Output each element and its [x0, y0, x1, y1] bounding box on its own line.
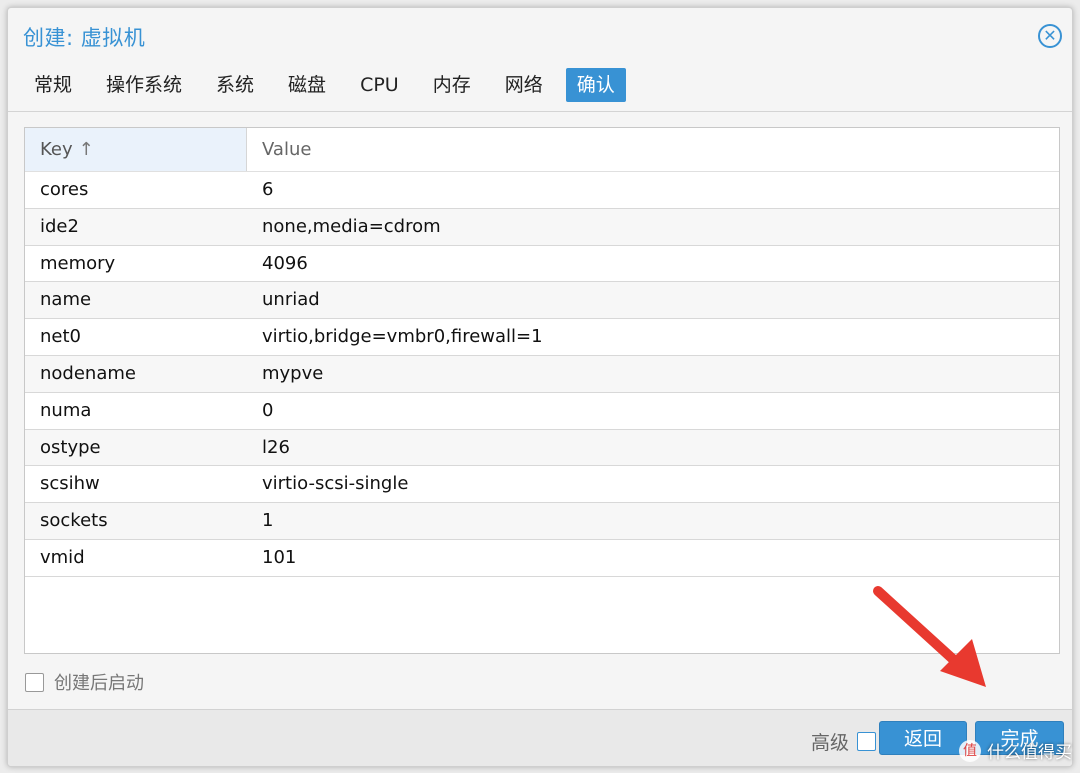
row-value: virtio,bridge=vmbr0,firewall=1 [262, 326, 543, 348]
tab-memory[interactable]: 内存 [422, 68, 482, 102]
advanced-label: 高级 [810, 732, 849, 754]
wizard-tabs: 常规 操作系统 系统 磁盘 CPU 内存 网络 确认 [23, 68, 638, 102]
start-after-create-checkbox[interactable] [25, 672, 44, 692]
row-key: vmid [40, 546, 85, 568]
row-key: scsihw [40, 473, 100, 495]
dialog-titlebar: 创建: 虚拟机 ✕ [8, 8, 1072, 64]
advanced-checkbox[interactable] [857, 732, 876, 751]
table-row[interactable]: cores 6 [25, 172, 1059, 209]
row-value: 1 [262, 510, 274, 532]
table-row[interactable]: name unriad [25, 282, 1059, 320]
tab-general[interactable]: 常规 [23, 68, 83, 102]
watermark: 值 什么值得买 [959, 738, 1072, 763]
row-value: mypve [262, 362, 324, 384]
table-row[interactable]: nodename mypve [25, 355, 1059, 393]
row-key: sockets [40, 510, 108, 532]
grid-header: Key ↑ Value [25, 128, 1059, 172]
table-row[interactable]: memory 4096 [25, 246, 1059, 283]
tab-network[interactable]: 网络 [494, 68, 554, 102]
dialog-footer: 高级 返回 完成 [8, 709, 1072, 766]
row-key: numa [40, 399, 92, 421]
tab-disk[interactable]: 磁盘 [277, 68, 337, 102]
table-row[interactable]: ostype l26 [25, 429, 1059, 467]
start-after-create-option[interactable]: 创建后启动 [25, 669, 144, 695]
row-value: l26 [262, 436, 290, 458]
table-row[interactable]: vmid 101 [25, 540, 1059, 577]
row-key: ostype [40, 436, 101, 458]
row-key: nodename [40, 362, 136, 384]
column-header-key[interactable]: Key ↑ [25, 128, 247, 171]
row-key: name [40, 289, 92, 311]
tabs-divider [8, 111, 1072, 112]
row-value: none,media=cdrom [262, 215, 441, 237]
table-row[interactable]: scsihw virtio-scsi-single [25, 466, 1059, 504]
table-row[interactable]: net0 virtio,bridge=vmbr0,firewall=1 [25, 319, 1059, 356]
watermark-text: 什么值得买 [987, 743, 1072, 763]
close-icon[interactable]: ✕ [1038, 24, 1062, 48]
row-key: cores [40, 179, 89, 200]
watermark-logo-icon: 值 [959, 739, 981, 762]
column-header-key-label: Key [40, 139, 73, 160]
column-header-value[interactable]: Value [247, 128, 1059, 171]
tab-system[interactable]: 系统 [205, 68, 265, 102]
tab-cpu[interactable]: CPU [349, 68, 410, 102]
annotation-arrow-icon [873, 586, 986, 687]
tab-os[interactable]: 操作系统 [95, 68, 193, 102]
row-key: net0 [40, 326, 81, 348]
row-key: ide2 [40, 215, 79, 237]
row-value: 6 [262, 179, 274, 200]
start-after-create-label: 创建后启动 [54, 673, 144, 694]
dialog-title: 创建: 虚拟机 [23, 26, 146, 50]
row-value: unriad [262, 289, 320, 311]
row-value: 4096 [262, 252, 308, 274]
tab-confirm[interactable]: 确认 [565, 68, 626, 102]
table-row[interactable]: sockets 1 [25, 503, 1059, 540]
row-value: 0 [262, 399, 274, 421]
table-row[interactable]: numa 0 [25, 393, 1059, 430]
row-key: memory [40, 252, 116, 274]
sort-ascending-icon: ↑ [78, 139, 94, 160]
row-value: virtio-scsi-single [262, 473, 409, 495]
advanced-option[interactable]: 高级 [811, 728, 876, 755]
back-button[interactable]: 返回 [879, 721, 967, 755]
row-value: 101 [262, 546, 297, 568]
table-row[interactable]: ide2 none,media=cdrom [25, 208, 1059, 246]
